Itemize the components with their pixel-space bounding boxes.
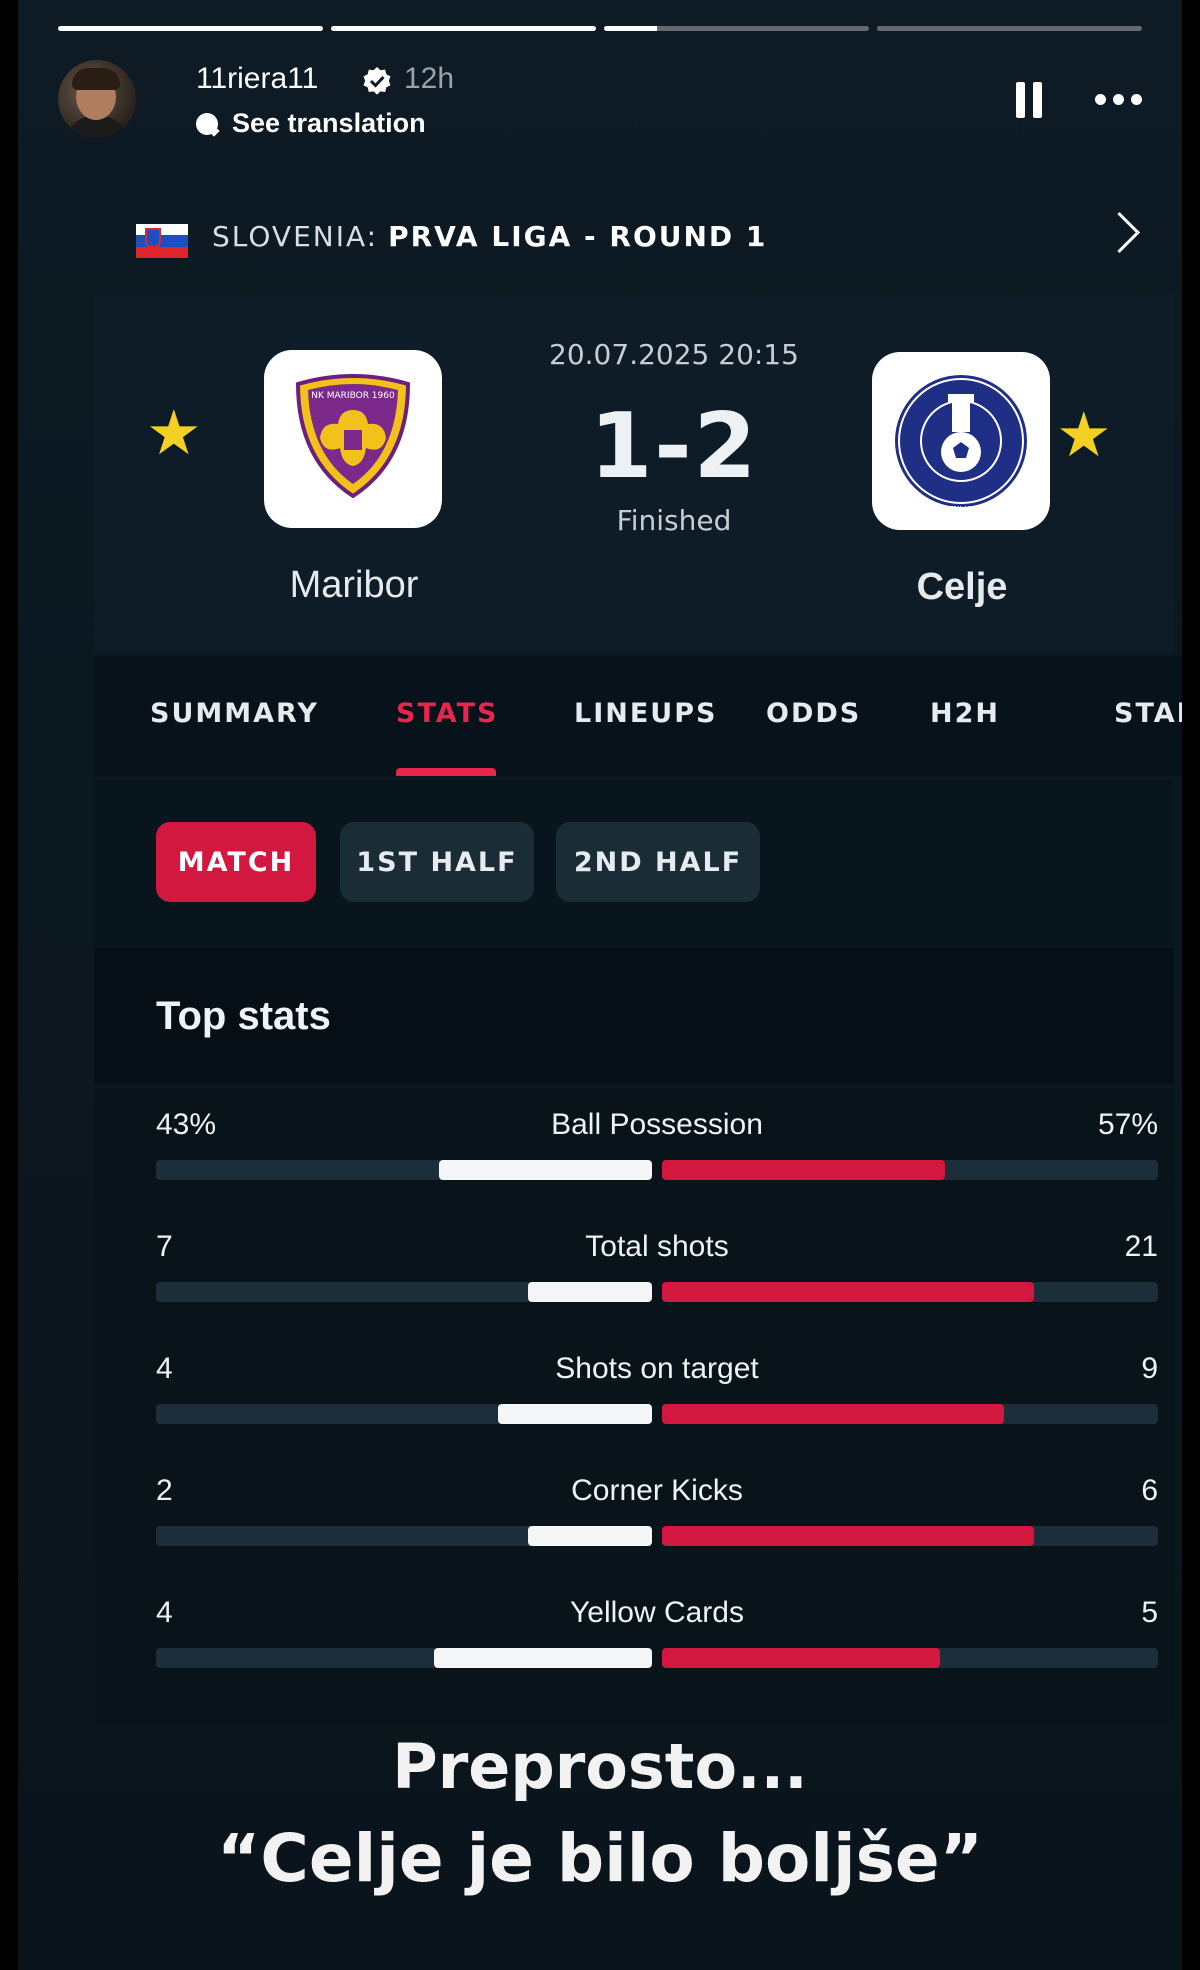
stat-home-bar-track xyxy=(156,1648,652,1668)
celje-crest-icon: NOGOMETNI KLUB CELJE xyxy=(895,375,1027,514)
story-progress-segment xyxy=(58,26,323,31)
stat-away-bar xyxy=(662,1404,1005,1424)
stat-away-value: 21 xyxy=(1124,1230,1158,1263)
stat-label: Yellow Cards xyxy=(570,1596,744,1629)
stats-list: 43% Ball Possession 57% 7 Total shots 21 4 Shot… xyxy=(94,1088,1174,1724)
favorite-star-icon-home[interactable]: ★ xyxy=(146,402,202,464)
post-time: 12h xyxy=(404,62,455,95)
period-second-half-button[interactable]: 2ND HALF xyxy=(556,822,760,902)
period-first-half-button[interactable]: 1ST HALF xyxy=(340,822,534,902)
slovenia-flag-icon xyxy=(136,224,188,258)
stat-home-bar-track xyxy=(156,1526,652,1546)
stat-away-bar-track xyxy=(662,1404,1158,1424)
avatar[interactable] xyxy=(58,60,136,138)
story-progress-fill xyxy=(331,26,596,31)
tab-summary[interactable]: SUMMARY xyxy=(150,698,319,729)
stat-home-bar xyxy=(528,1282,652,1302)
verified-badge-icon xyxy=(363,67,391,95)
stat-home-bar xyxy=(528,1526,652,1546)
stat-away-bar-track xyxy=(662,1160,1158,1180)
match-datetime: 20.07.2025 20:15 xyxy=(549,338,799,371)
period-match-button[interactable]: MATCH xyxy=(156,822,316,902)
story-progress-bar xyxy=(58,26,1142,31)
maribor-crest-text: NK MARIBOR 1960 xyxy=(311,391,395,401)
match-score: 1-2 xyxy=(589,394,759,499)
stat-away-value: 9 xyxy=(1141,1352,1158,1385)
translate-bubble-icon xyxy=(196,112,218,135)
stat-away-bar-track xyxy=(662,1282,1158,1302)
pause-icon[interactable] xyxy=(1016,82,1042,118)
stat-row: 4 Shots on target 9 xyxy=(156,1352,1158,1462)
stat-home-bar-track xyxy=(156,1404,652,1424)
stat-away-bar-track xyxy=(662,1648,1158,1668)
stat-row: 4 Yellow Cards 5 xyxy=(156,1596,1158,1706)
tab-odds[interactable]: ODDS xyxy=(766,698,861,729)
story-progress-segment xyxy=(604,26,869,31)
stat-away-bar-track xyxy=(662,1526,1158,1546)
stat-home-bar-track xyxy=(156,1160,652,1180)
stat-home-bar xyxy=(498,1404,652,1424)
home-team-name[interactable]: Maribor xyxy=(224,564,484,607)
celje-crest-text: NOGOMETNI KLUB CELJE xyxy=(912,505,1010,514)
league-header[interactable]: SLOVENIA: PRVA LIGA - ROUND 1 xyxy=(136,210,1166,280)
see-translation-link[interactable]: See translation xyxy=(196,108,426,139)
stat-away-bar xyxy=(662,1160,945,1180)
story-header: 11riera11 12h See translation xyxy=(58,60,1142,140)
top-stats-header: Top stats xyxy=(94,948,1174,1084)
home-team-logo[interactable]: NK MARIBOR 1960 xyxy=(264,350,442,528)
stat-home-bar xyxy=(438,1160,652,1180)
stat-away-bar xyxy=(662,1526,1034,1546)
away-team-logo[interactable]: NOGOMETNI KLUB CELJE xyxy=(872,352,1050,530)
match-tabs: SUMMARY STATS LINEUPS ODDS H2H STANDINGS xyxy=(94,656,1182,776)
maribor-crest-icon: NK MARIBOR 1960 xyxy=(295,374,411,499)
match-header: ★ NK MARIBOR 1960 Maribor 20.07.2025 20:… xyxy=(94,294,1174,652)
match-status: Finished xyxy=(616,504,732,537)
more-options-icon[interactable] xyxy=(1095,94,1142,105)
top-stats-title: Top stats xyxy=(156,994,331,1038)
chevron-right-icon[interactable] xyxy=(1098,211,1141,254)
stat-home-bar xyxy=(433,1648,652,1668)
story-viewer: 11riera11 12h See translation SLOVENIA: P… xyxy=(18,0,1182,1970)
stat-away-value: 6 xyxy=(1141,1474,1158,1507)
favorite-star-icon-away[interactable]: ★ xyxy=(1056,404,1112,466)
story-progress-segment xyxy=(331,26,596,31)
stat-label: Total shots xyxy=(585,1230,729,1263)
stat-row: 2 Corner Kicks 6 xyxy=(156,1474,1158,1584)
tab-lineups[interactable]: LINEUPS xyxy=(574,698,717,729)
stat-row: 7 Total shots 21 xyxy=(156,1230,1158,1340)
stat-away-bar xyxy=(662,1282,1034,1302)
away-team-name[interactable]: Celje xyxy=(832,566,1092,609)
league-country: SLOVENIA: xyxy=(212,220,379,253)
caption-line-1: Preprosto... xyxy=(392,1730,808,1803)
username[interactable]: 11riera11 xyxy=(196,62,318,96)
period-filter: MATCH 1ST HALF 2ND HALF xyxy=(94,780,1174,946)
stat-away-value: 57% xyxy=(1097,1108,1158,1141)
story-progress-fill xyxy=(604,26,657,31)
stat-label: Shots on target xyxy=(555,1352,759,1385)
stat-away-bar xyxy=(662,1648,940,1668)
active-tab-indicator xyxy=(396,768,496,776)
stat-home-bar-track xyxy=(156,1282,652,1302)
stat-label: Corner Kicks xyxy=(571,1474,743,1507)
see-translation-label: See translation xyxy=(232,108,426,138)
tab-stats[interactable]: STATS xyxy=(396,698,498,729)
league-competition: PRVA LIGA - ROUND 1 xyxy=(388,220,768,253)
stat-label: Ball Possession xyxy=(551,1108,763,1141)
story-progress-segment xyxy=(877,26,1142,31)
story-progress-fill xyxy=(58,26,323,31)
tab-standings[interactable]: STANDINGS xyxy=(1114,698,1182,729)
stat-away-value: 5 xyxy=(1141,1596,1158,1629)
tab-h2h[interactable]: H2H xyxy=(930,698,1000,729)
caption-line-2: “Celje je bilo boljše” xyxy=(217,1820,983,1897)
league-title: SLOVENIA: PRVA LIGA - ROUND 1 xyxy=(212,220,767,253)
stat-row: 43% Ball Possession 57% xyxy=(156,1108,1158,1218)
